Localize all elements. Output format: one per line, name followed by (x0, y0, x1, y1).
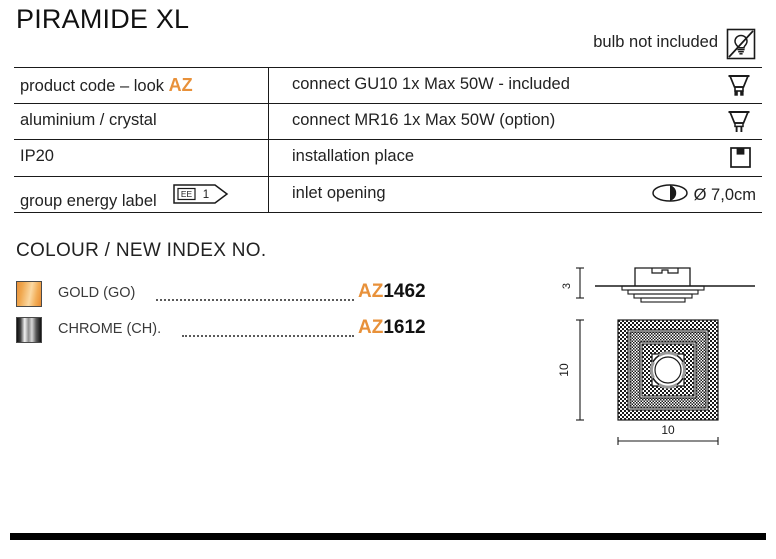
top-view-width-dimension: 10 (617, 423, 719, 445)
colour-section-heading: COLOUR / NEW INDEX NO. (16, 240, 267, 261)
dot-leader (156, 297, 354, 301)
connect-mr16-label: connect MR16 1x Max 50W (option) (292, 111, 556, 130)
colour-code-prefix: AZ (358, 281, 384, 302)
bulb-not-included-icon (726, 28, 756, 60)
table-row: group energy label EE 1 inlet opening Ø … (14, 175, 762, 213)
energy-label-prefix: EE (181, 189, 193, 199)
list-item: GOLD (GO) AZ1462 (16, 281, 456, 307)
colour-code-number: 1612 (383, 317, 426, 338)
top-view-height-dimension: 10 (557, 319, 584, 421)
energy-label-value: 1 (203, 189, 209, 201)
colour-code-number: 1462 (383, 281, 426, 302)
top-view-width-label: 10 (661, 423, 675, 437)
connect-gu10-label: connect GU10 1x Max 50W - included (292, 75, 570, 93)
inlet-opening-label: inlet opening (292, 183, 386, 202)
gu10-bulb-icon (722, 71, 756, 101)
bulb-not-included-label: bulb not included (593, 33, 718, 51)
dot-leader (182, 333, 354, 337)
inlet-opening-diameter: Ø 7,0cm (693, 185, 756, 204)
colour-code: AZ1612 (358, 317, 426, 339)
installation-place-icon (722, 143, 756, 173)
page-title: PIRAMIDE XL (16, 4, 190, 34)
table-row: IP20 installation place (14, 139, 762, 176)
energy-label-cell: group energy label EE 1 (20, 183, 229, 211)
product-code-label: product code – look (20, 77, 169, 95)
gold-swatch (16, 281, 42, 307)
table-bottom-rule (14, 211, 762, 213)
installation-place-label: installation place (292, 147, 414, 166)
colour-name: GOLD (GO) (58, 285, 136, 301)
product-code-cell: product code – look AZ (20, 75, 193, 96)
side-view-dimension-label: 3 (561, 283, 573, 289)
material-label: aluminium / crystal (20, 111, 157, 130)
top-view (617, 319, 719, 421)
bottom-divider-bar (10, 533, 766, 540)
inlet-opening-icon (651, 182, 689, 209)
ip-rating-label: IP20 (20, 147, 54, 166)
technical-drawing: 3 10 10 (540, 258, 772, 448)
table-row: aluminium / crystal connect MR16 1x Max … (14, 103, 762, 140)
product-code-accent: AZ (168, 75, 193, 95)
top-view-height-label: 10 (557, 363, 571, 377)
side-view-dimension: 3 (561, 267, 584, 299)
inlet-opening-value-group: Ø 7,0cm (651, 182, 756, 209)
table-row: product code – look AZ connect GU10 1x M… (14, 67, 762, 104)
list-item: CHROME (CH). AZ1612 (16, 317, 456, 343)
colour-code: AZ1462 (358, 281, 426, 303)
mr16-bulb-icon (722, 107, 756, 137)
energy-label-text: group energy label (20, 191, 157, 210)
colour-name: CHROME (CH). (58, 321, 162, 337)
colour-code-prefix: AZ (358, 317, 384, 338)
chrome-swatch (16, 317, 42, 343)
specification-table: product code – look AZ connect GU10 1x M… (14, 67, 762, 213)
energy-label-badge: EE 1 (173, 183, 229, 209)
